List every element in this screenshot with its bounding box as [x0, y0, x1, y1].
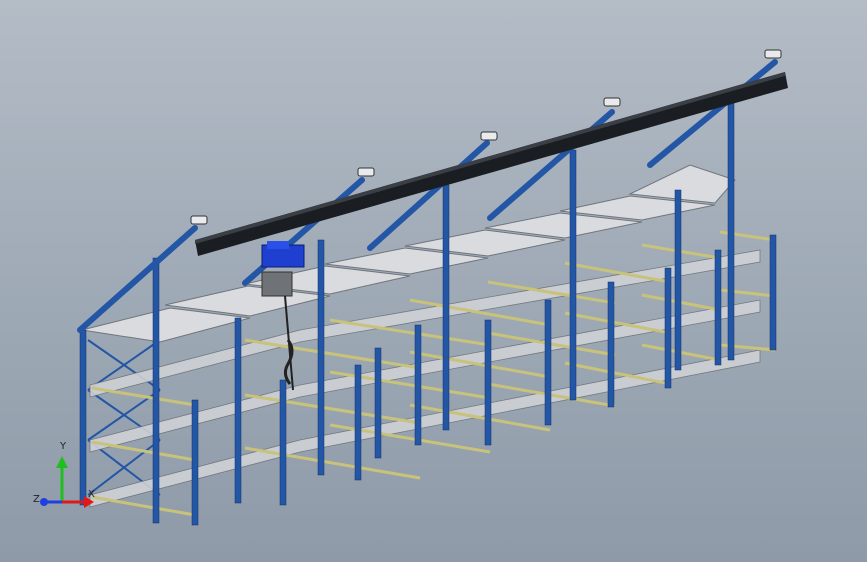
triad-y-label: Y: [60, 441, 67, 452]
3d-viewport[interactable]: Y X Z: [0, 0, 867, 562]
rack-assembly-model[interactable]: [0, 0, 867, 562]
triad-x-label: X: [88, 489, 95, 500]
shelf-decks: [89, 249, 761, 508]
triad-z-label: Z: [33, 494, 40, 505]
coordinate-triad: [40, 456, 94, 508]
chain-hoist[interactable]: [261, 241, 305, 391]
cross-bracing: [87, 339, 161, 496]
